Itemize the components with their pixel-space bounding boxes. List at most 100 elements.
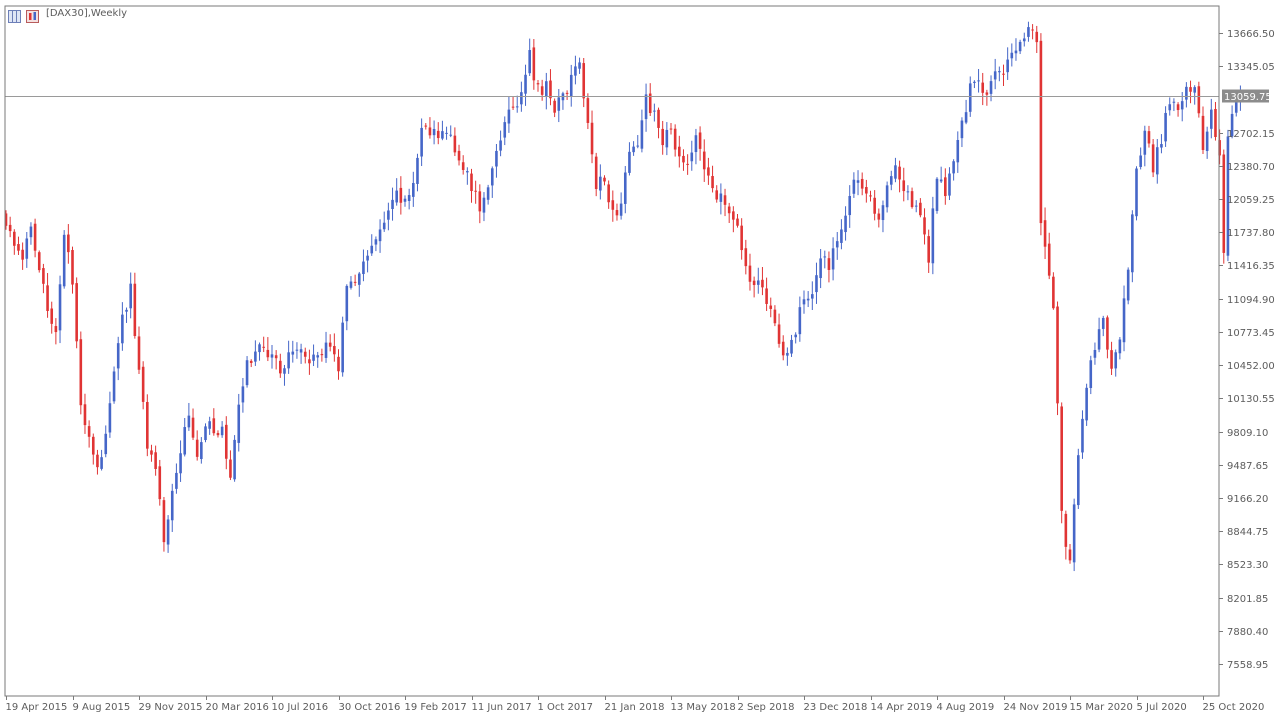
y-tick-label: 10773.45 — [1227, 328, 1275, 339]
candle-body — [669, 128, 673, 130]
candle — [515, 95, 519, 113]
candle-body — [611, 200, 615, 210]
candle — [25, 231, 29, 268]
candle-body — [449, 134, 453, 136]
candle — [952, 159, 955, 181]
candle-body — [578, 62, 581, 69]
candle — [636, 135, 640, 149]
candle-body — [129, 283, 132, 309]
candle — [436, 122, 440, 145]
candle-body — [1135, 168, 1138, 217]
candle-body — [732, 211, 735, 220]
candle-body — [391, 199, 394, 209]
candle-body — [964, 112, 968, 123]
candle — [428, 117, 432, 139]
candle-body — [453, 135, 457, 153]
candle — [237, 393, 241, 452]
candlestick-chart[interactable]: 13059.75 13666.50 13345.05 12702.15 12380.7… — [0, 0, 1280, 720]
candle-body — [607, 184, 610, 203]
candle-body — [765, 288, 768, 304]
candle — [287, 340, 290, 374]
candle — [611, 190, 615, 222]
candle-body — [108, 403, 112, 433]
candle-body — [33, 223, 37, 251]
candle — [37, 250, 41, 273]
candle-body — [1205, 131, 1209, 152]
y-tick-label: 10130.55 — [1227, 394, 1275, 405]
candle — [993, 58, 997, 90]
candle-body — [195, 439, 199, 457]
candle-body — [574, 66, 577, 76]
candle — [736, 214, 739, 228]
candle — [931, 196, 935, 275]
candle — [387, 202, 390, 231]
chart-toolbar-icon[interactable] — [8, 8, 21, 23]
candle — [100, 449, 103, 471]
candle-body — [815, 275, 818, 293]
plot-border — [4, 5, 1220, 697]
candle-body — [166, 519, 170, 545]
y-tick-label: 8844.75 — [1227, 527, 1268, 538]
candle-body — [615, 210, 619, 216]
candle-body — [1068, 549, 1072, 561]
candle — [715, 185, 719, 203]
candle-body — [640, 120, 644, 149]
candle — [798, 296, 802, 342]
candle-body — [1018, 41, 1022, 52]
candle-body — [162, 500, 166, 543]
candle — [669, 122, 673, 135]
candle — [794, 332, 797, 344]
candle — [1022, 32, 1026, 47]
candle — [989, 75, 993, 102]
candle — [1164, 106, 1167, 147]
candle — [673, 124, 677, 157]
candle — [844, 206, 847, 241]
candle — [229, 450, 232, 481]
candle — [266, 337, 270, 362]
candle-body — [8, 224, 12, 232]
candle — [1039, 33, 1043, 236]
chart-title: [DAX30],Weekly — [46, 8, 128, 19]
candle-body — [208, 421, 211, 429]
candle-body — [62, 234, 66, 287]
candle — [353, 274, 357, 287]
candle — [623, 166, 627, 214]
candle-body — [898, 166, 901, 180]
y-tick-label: 13666.50 — [1227, 29, 1275, 40]
candle-body — [540, 86, 544, 95]
candle — [1151, 139, 1155, 178]
chart-toolbar-icon-2[interactable] — [26, 8, 39, 23]
candle-body — [781, 341, 785, 356]
candle — [740, 218, 743, 260]
candle-body — [1006, 59, 1009, 73]
candle — [869, 190, 872, 202]
x-tick-label: 11 Jun 2017 — [472, 702, 532, 713]
candle — [1027, 21, 1030, 42]
candle — [357, 271, 361, 297]
candle — [1185, 82, 1188, 108]
candle-body — [553, 100, 556, 113]
candle-body — [1193, 87, 1196, 93]
x-tick-label: 13 May 2018 — [671, 702, 736, 713]
candle-body — [565, 92, 569, 94]
candle — [586, 93, 590, 130]
candle-body — [707, 167, 710, 176]
candle-body — [283, 368, 286, 374]
candle-body — [632, 146, 635, 153]
candle-body — [29, 226, 33, 238]
chart-window[interactable]: 13059.75 13666.50 13345.05 12702.15 12380.7… — [0, 0, 1280, 720]
candle — [270, 345, 274, 369]
candle — [964, 99, 968, 125]
candle — [881, 200, 885, 233]
candle-body — [819, 258, 822, 279]
candle — [1043, 207, 1047, 260]
candle-body — [245, 360, 249, 386]
candle-body — [279, 360, 282, 374]
candle-body — [794, 334, 797, 338]
y-tick-label: 9809.10 — [1227, 428, 1268, 439]
x-tick-label: 24 Nov 2019 — [1004, 702, 1068, 713]
candle-body — [594, 156, 598, 190]
candle-body — [885, 185, 889, 208]
candle — [732, 206, 735, 233]
candle — [195, 430, 199, 461]
